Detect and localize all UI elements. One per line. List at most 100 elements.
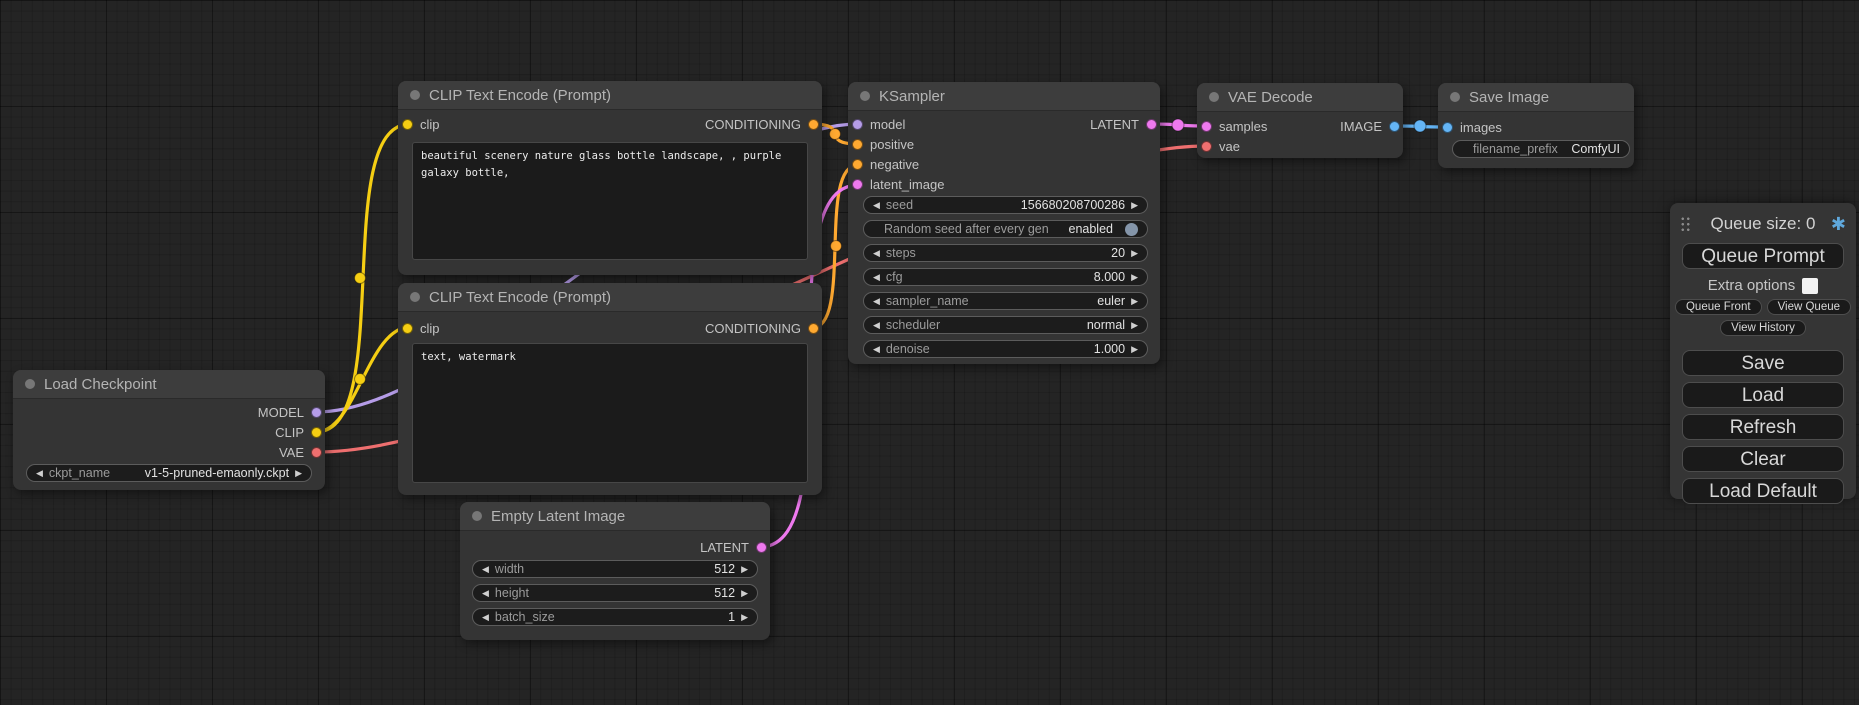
increment-arrow-icon[interactable] xyxy=(1131,201,1138,210)
input-slot-images: images xyxy=(1442,119,1502,135)
filename-prefix-widget[interactable]: filename_prefix ComfyUI xyxy=(1452,140,1630,158)
node-collapse-dot[interactable] xyxy=(410,292,420,302)
clear-button[interactable]: Clear xyxy=(1682,446,1844,472)
conditioning-output-port[interactable] xyxy=(808,323,819,334)
sampler-name-combo[interactable]: sampler_name euler xyxy=(863,292,1148,310)
random-seed-toggle[interactable]: Random seed after every gen enabled xyxy=(863,220,1148,238)
increment-arrow-icon[interactable] xyxy=(741,589,748,598)
latent-output-port[interactable] xyxy=(1146,119,1157,130)
clip-input-port[interactable] xyxy=(402,119,413,130)
next-arrow-icon[interactable] xyxy=(1131,321,1138,330)
link-midpoint-dot xyxy=(831,241,842,252)
save-button[interactable]: Save xyxy=(1682,350,1844,376)
drag-handle-icon[interactable] xyxy=(1680,216,1691,232)
gear-icon[interactable]: ✱ xyxy=(1831,215,1846,233)
extra-options-label: Extra options xyxy=(1708,277,1796,294)
widget-value: v1-5-pruned-emaonly.ckpt xyxy=(145,466,289,480)
width-widget[interactable]: width 512 xyxy=(472,560,758,578)
toggle-knob-icon[interactable] xyxy=(1125,223,1138,236)
input-slot-clip: clip xyxy=(402,116,440,132)
view-queue-button[interactable]: View Queue xyxy=(1767,299,1851,315)
node-clip-text-encode-positive: CLIP Text Encode (Prompt) clip CONDITION… xyxy=(398,81,822,275)
node-collapse-dot[interactable] xyxy=(410,90,420,100)
decrement-arrow-icon[interactable] xyxy=(482,613,489,622)
widget-label: cfg xyxy=(886,270,903,284)
extra-options-checkbox[interactable] xyxy=(1802,278,1818,294)
increment-arrow-icon[interactable] xyxy=(1131,273,1138,282)
widget-value: 512 xyxy=(714,586,735,600)
decrement-arrow-icon[interactable] xyxy=(873,249,880,258)
clip-input-port[interactable] xyxy=(402,323,413,334)
samples-input-port[interactable] xyxy=(1201,121,1212,132)
node-titlebar[interactable]: KSampler xyxy=(848,82,1160,111)
decrement-arrow-icon[interactable] xyxy=(873,345,880,354)
link-midpoint-dot xyxy=(830,129,841,140)
decrement-arrow-icon[interactable] xyxy=(482,565,489,574)
ckpt-name-combo[interactable]: ckpt_name v1-5-pruned-emaonly.ckpt xyxy=(26,464,312,482)
widget-label: scheduler xyxy=(886,318,940,332)
node-titlebar[interactable]: Save Image xyxy=(1438,83,1634,112)
node-collapse-dot[interactable] xyxy=(860,91,870,101)
queue-prompt-button[interactable]: Queue Prompt xyxy=(1682,243,1844,269)
node-titlebar[interactable]: Empty Latent Image xyxy=(460,502,770,531)
increment-arrow-icon[interactable] xyxy=(741,613,748,622)
denoise-widget[interactable]: denoise 1.000 xyxy=(863,340,1148,358)
input-slot-negative: negative xyxy=(852,156,919,172)
negative-prompt-textarea[interactable]: text, watermark xyxy=(412,343,808,483)
vae-input-port[interactable] xyxy=(1201,141,1212,152)
node-collapse-dot[interactable] xyxy=(25,379,35,389)
node-titlebar[interactable]: CLIP Text Encode (Prompt) xyxy=(398,81,822,110)
latent-output-port[interactable] xyxy=(756,542,767,553)
widget-value: normal xyxy=(1087,318,1125,332)
output-slot-conditioning: CONDITIONING xyxy=(705,116,819,132)
clip-output-port[interactable] xyxy=(311,427,322,438)
scheduler-combo[interactable]: scheduler normal xyxy=(863,316,1148,334)
increment-arrow-icon[interactable] xyxy=(1131,345,1138,354)
decrement-arrow-icon[interactable] xyxy=(873,273,880,282)
prev-arrow-icon[interactable] xyxy=(873,321,880,330)
model-output-port[interactable] xyxy=(311,407,322,418)
node-collapse-dot[interactable] xyxy=(1209,92,1219,102)
positive-input-port[interactable] xyxy=(852,139,863,150)
node-titlebar[interactable]: VAE Decode xyxy=(1197,83,1403,112)
load-default-button[interactable]: Load Default xyxy=(1682,478,1844,504)
seed-widget[interactable]: seed 156680208700286 xyxy=(863,196,1148,214)
positive-prompt-textarea[interactable]: beautiful scenery nature glass bottle la… xyxy=(412,142,808,260)
decrement-arrow-icon[interactable] xyxy=(873,201,880,210)
next-arrow-icon[interactable] xyxy=(295,469,302,478)
cfg-widget[interactable]: cfg 8.000 xyxy=(863,268,1148,286)
widget-value: 512 xyxy=(714,562,735,576)
node-collapse-dot[interactable] xyxy=(472,511,482,521)
node-titlebar[interactable]: Load Checkpoint xyxy=(13,370,325,399)
node-graph-canvas[interactable]: Load Checkpoint MODEL CLIP VAE ckpt_name… xyxy=(0,0,1859,705)
node-title: CLIP Text Encode (Prompt) xyxy=(429,87,611,104)
widget-value: euler xyxy=(1097,294,1125,308)
prev-arrow-icon[interactable] xyxy=(36,469,43,478)
node-save-image: Save Image images filename_prefix ComfyU… xyxy=(1438,83,1634,168)
batch-size-widget[interactable]: batch_size 1 xyxy=(472,608,758,626)
latent-image-input-port[interactable] xyxy=(852,179,863,190)
increment-arrow-icon[interactable] xyxy=(1131,249,1138,258)
node-titlebar[interactable]: CLIP Text Encode (Prompt) xyxy=(398,283,822,312)
queue-front-button[interactable]: Queue Front xyxy=(1675,299,1762,315)
load-button[interactable]: Load xyxy=(1682,382,1844,408)
widget-label: Random seed after every gen xyxy=(884,222,1049,236)
node-collapse-dot[interactable] xyxy=(1450,92,1460,102)
steps-widget[interactable]: steps 20 xyxy=(863,244,1148,262)
next-arrow-icon[interactable] xyxy=(1131,297,1138,306)
widget-label: width xyxy=(495,562,524,576)
view-history-button[interactable]: View History xyxy=(1720,320,1806,336)
conditioning-output-port[interactable] xyxy=(808,119,819,130)
slot-label: latent_image xyxy=(870,177,944,192)
image-output-port[interactable] xyxy=(1389,121,1400,132)
vae-output-port[interactable] xyxy=(311,447,322,458)
decrement-arrow-icon[interactable] xyxy=(482,589,489,598)
node-title: VAE Decode xyxy=(1228,89,1313,106)
prev-arrow-icon[interactable] xyxy=(873,297,880,306)
refresh-button[interactable]: Refresh xyxy=(1682,414,1844,440)
increment-arrow-icon[interactable] xyxy=(741,565,748,574)
model-input-port[interactable] xyxy=(852,119,863,130)
negative-input-port[interactable] xyxy=(852,159,863,170)
images-input-port[interactable] xyxy=(1442,122,1453,133)
height-widget[interactable]: height 512 xyxy=(472,584,758,602)
